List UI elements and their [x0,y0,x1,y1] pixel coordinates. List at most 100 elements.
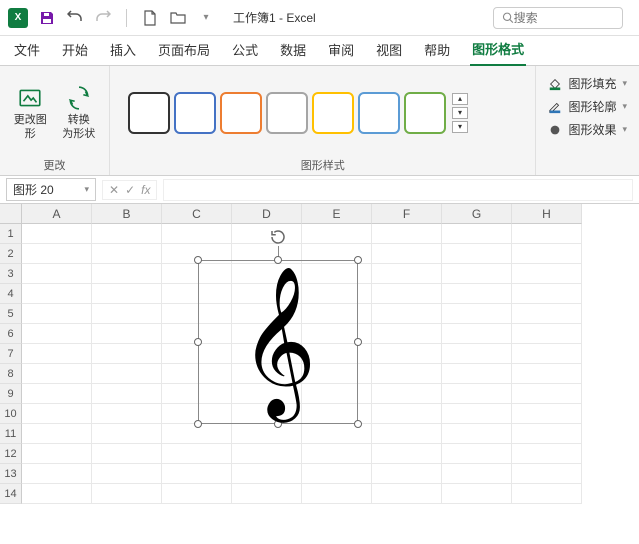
row-header-6[interactable]: 6 [0,324,22,344]
open-folder-icon[interactable] [169,9,187,27]
tab-5[interactable]: 数据 [278,34,308,65]
col-header-H[interactable]: H [512,204,582,224]
select-all-corner[interactable] [0,204,22,224]
resize-handle-l[interactable] [194,338,202,346]
tab-6[interactable]: 审阅 [326,34,356,65]
cell-A8[interactable] [22,364,92,384]
rotate-handle-icon[interactable] [269,228,287,246]
cell-G2[interactable] [442,244,512,264]
cancel-icon[interactable]: ✕ [109,183,119,197]
cell-B14[interactable] [92,484,162,504]
cell-G7[interactable] [442,344,512,364]
cell-F11[interactable] [372,424,442,444]
cell-H6[interactable] [512,324,582,344]
cell-C13[interactable] [162,464,232,484]
cell-D1[interactable] [232,224,302,244]
col-header-D[interactable]: D [232,204,302,224]
cell-F4[interactable] [372,284,442,304]
cell-B12[interactable] [92,444,162,464]
tab-3[interactable]: 页面布局 [156,34,212,65]
gallery-row-down-icon[interactable]: ▾ [452,107,468,119]
col-header-C[interactable]: C [162,204,232,224]
qat-customize-icon[interactable]: ▾ [197,9,215,27]
cell-H4[interactable] [512,284,582,304]
row-header-11[interactable]: 11 [0,424,22,444]
shape-effects-button[interactable]: 图形效果 ▾ [546,118,629,141]
cell-B6[interactable] [92,324,162,344]
cell-H5[interactable] [512,304,582,324]
cell-F2[interactable] [372,244,442,264]
cell-C14[interactable] [162,484,232,504]
style-swatch-2[interactable] [220,92,262,134]
cell-H11[interactable] [512,424,582,444]
cell-B11[interactable] [92,424,162,444]
cell-F10[interactable] [372,404,442,424]
resize-handle-tr[interactable] [354,256,362,264]
row-header-9[interactable]: 9 [0,384,22,404]
cell-F3[interactable] [372,264,442,284]
cell-A6[interactable] [22,324,92,344]
enter-icon[interactable]: ✓ [125,183,135,197]
tab-2[interactable]: 插入 [108,34,138,65]
fx-icon[interactable]: fx [141,183,150,197]
shape-fill-button[interactable]: 图形填充 ▾ [546,72,629,95]
cell-E11[interactable] [302,424,372,444]
tab-8[interactable]: 帮助 [422,34,452,65]
style-swatch-0[interactable] [128,92,170,134]
convert-shape-button[interactable]: 转换 为形状 [57,80,102,144]
cell-D14[interactable] [232,484,302,504]
cell-A9[interactable] [22,384,92,404]
redo-icon[interactable] [94,9,112,27]
resize-handle-bl[interactable] [194,420,202,428]
resize-handle-b[interactable] [274,420,282,428]
cell-A12[interactable] [22,444,92,464]
treble-clef-shape[interactable]: 𝄞 [240,277,317,407]
cell-G13[interactable] [442,464,512,484]
row-header-5[interactable]: 5 [0,304,22,324]
search-input[interactable] [514,11,614,25]
new-file-icon[interactable] [141,9,159,27]
row-header-8[interactable]: 8 [0,364,22,384]
cell-A2[interactable] [22,244,92,264]
cell-F9[interactable] [372,384,442,404]
cell-B4[interactable] [92,284,162,304]
search-box[interactable] [493,7,623,29]
shape-outline-button[interactable]: 图形轮廓 ▾ [546,95,629,118]
cell-E12[interactable] [302,444,372,464]
cell-B8[interactable] [92,364,162,384]
cell-H9[interactable] [512,384,582,404]
cell-B3[interactable] [92,264,162,284]
row-header-13[interactable]: 13 [0,464,22,484]
cell-A3[interactable] [22,264,92,284]
cell-F13[interactable] [372,464,442,484]
cell-F7[interactable] [372,344,442,364]
cell-H14[interactable] [512,484,582,504]
cell-B1[interactable] [92,224,162,244]
col-header-A[interactable]: A [22,204,92,224]
change-graphic-button[interactable]: 更改图 形 [8,80,53,144]
cell-A1[interactable] [22,224,92,244]
gallery-expand-icon[interactable]: ▾ [452,121,468,133]
cell-G6[interactable] [442,324,512,344]
style-swatch-5[interactable] [358,92,400,134]
gallery-row-up-icon[interactable]: ▴ [452,93,468,105]
cell-A7[interactable] [22,344,92,364]
cell-G10[interactable] [442,404,512,424]
selected-shape[interactable]: 𝄞 [198,260,358,424]
cell-D13[interactable] [232,464,302,484]
cell-H2[interactable] [512,244,582,264]
style-swatch-4[interactable] [312,92,354,134]
cell-E1[interactable] [302,224,372,244]
cell-A13[interactable] [22,464,92,484]
cell-B5[interactable] [92,304,162,324]
style-swatch-1[interactable] [174,92,216,134]
cell-G5[interactable] [442,304,512,324]
resize-handle-r[interactable] [354,338,362,346]
row-header-14[interactable]: 14 [0,484,22,504]
cell-D11[interactable] [232,424,302,444]
cell-G3[interactable] [442,264,512,284]
cell-F8[interactable] [372,364,442,384]
undo-icon[interactable] [66,9,84,27]
cell-H10[interactable] [512,404,582,424]
cell-B10[interactable] [92,404,162,424]
